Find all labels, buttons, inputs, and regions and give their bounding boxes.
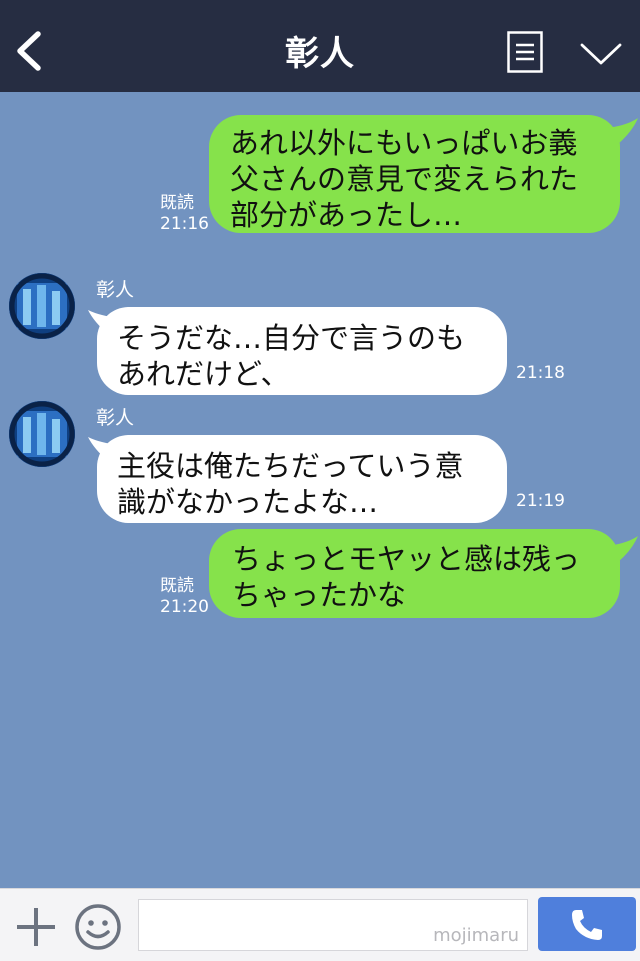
read-receipt: 既読 [160, 576, 194, 596]
avatar[interactable] [9, 401, 75, 467]
read-receipt: 既読 [160, 193, 194, 213]
message-time: 21:20 [160, 597, 209, 617]
message-time: 21:19 [516, 491, 565, 511]
message-input[interactable]: mojimaru [138, 899, 528, 951]
outgoing-message-bubble[interactable]: あれ以外にもいっぱいお義 父さんの意見で変えられた 部分があったし… [209, 115, 620, 233]
phone-icon [572, 910, 602, 940]
plus-icon[interactable] [14, 905, 58, 949]
notes-icon[interactable] [507, 31, 543, 73]
incoming-message-bubble[interactable]: 主役は俺たちだっていう意 識がなかったよな… [97, 435, 507, 523]
input-bar: mojimaru [0, 888, 640, 961]
avatar-image [9, 401, 75, 467]
message-text: あれ以外にもいっぱいお義 父さんの意見で変えられた 部分があったし… [230, 126, 579, 232]
message-time: 21:18 [516, 363, 565, 383]
chat-title: 彰人 [285, 34, 355, 74]
smile-icon[interactable] [74, 903, 122, 951]
sender-name: 彰人 [96, 407, 135, 429]
avatar-image [9, 273, 75, 339]
watermark: mojimaru [433, 925, 519, 946]
sender-name: 彰人 [96, 279, 135, 301]
chat-header: 彰人 [0, 0, 640, 92]
bubble-tail [606, 118, 638, 144]
message-text: そうだな…自分で言うのも あれだけど、 [117, 321, 466, 391]
avatar[interactable] [9, 273, 75, 339]
bubble-tail [606, 536, 638, 562]
incoming-message-bubble[interactable]: そうだな…自分で言うのも あれだけど、 [97, 307, 507, 395]
message-text: ちょっとモヤッと感は残っ ちゃったかな [232, 542, 581, 612]
message-meta: 既読 21:20 [160, 576, 209, 618]
chat-area[interactable]: 既読 21:16 あれ以外にもいっぱいお義 父さんの意見で変えられた 部分があっ… [0, 92, 640, 888]
message-time: 21:16 [160, 214, 209, 234]
chevron-down-icon[interactable] [580, 42, 622, 66]
outgoing-message-bubble[interactable]: ちょっとモヤッと感は残っ ちゃったかな [209, 529, 620, 618]
call-button[interactable] [538, 897, 636, 951]
message-text: 主役は俺たちだっていう意 識がなかったよな… [117, 449, 464, 519]
message-meta: 既読 21:16 [160, 193, 209, 235]
